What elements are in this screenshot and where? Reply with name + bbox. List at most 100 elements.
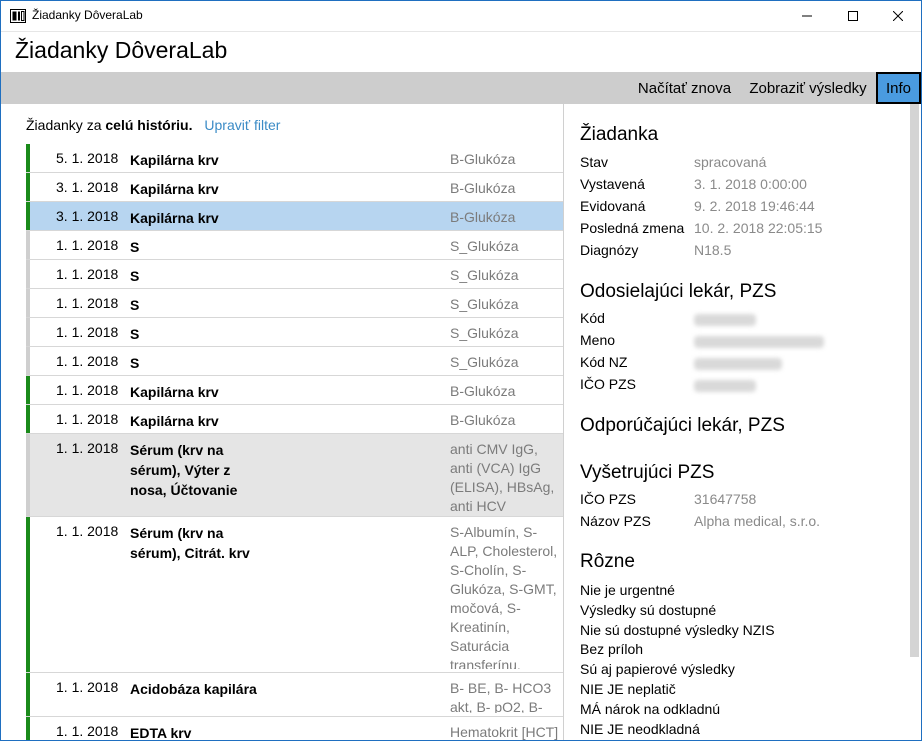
detail-row-diagnoses: Diagnózy N18.5: [580, 242, 731, 258]
status-bar: [26, 173, 30, 201]
request-tests: S_Glukóza: [450, 238, 519, 254]
issued-value: 3. 1. 2018 0:00:00: [694, 176, 807, 192]
redacted-value: [694, 336, 824, 348]
request-tests: B- BE, B- HCO3 akt, B- pO2, B-Vápnik: [450, 680, 552, 713]
request-material: Kapilárna krv: [130, 210, 219, 226]
sender-name-label: Meno: [580, 332, 616, 348]
detail-row-registered: Evidovaná 9. 2. 2018 19:46:44: [580, 198, 815, 214]
status-bar: [26, 318, 30, 346]
status-bar: [26, 673, 30, 716]
misc-item: Sú aj papierové výsledky: [580, 661, 735, 677]
request-date: 1. 1. 2018: [56, 324, 119, 340]
request-date: 5. 1. 2018: [56, 150, 119, 166]
filter-prefix: Žiadanky za: [26, 117, 102, 133]
status-bar: [26, 289, 30, 317]
request-date: 1. 1. 2018: [56, 411, 119, 427]
request-material: Sérum (krv na sérum), Citrát. krv: [130, 525, 250, 561]
minimize-icon: [802, 15, 812, 17]
request-row[interactable]: 3. 1. 2018 Kapilárna krv B-Glukóza: [26, 202, 563, 231]
title-bar[interactable]: Žiadanky DôveraLab: [1, 1, 921, 32]
status-value: spracovaná: [694, 154, 767, 170]
request-date: 1. 1. 2018: [56, 723, 119, 739]
detail-scrollbar[interactable]: [910, 104, 919, 657]
request-material: S: [130, 355, 140, 371]
status-bar: [26, 434, 30, 516]
request-material: Sérum (krv na sérum), Výter z nosa, Účto…: [130, 442, 238, 498]
request-tests: B-Glukóza: [450, 180, 516, 196]
request-list-area: Žiadanky za celú históriu. Upraviť filte…: [1, 104, 563, 740]
status-bar: [26, 347, 30, 375]
request-date: 1. 1. 2018: [56, 440, 119, 456]
request-row[interactable]: 1. 1. 2018 Kapilárna krv B-Glukóza: [26, 405, 563, 434]
sender-row-nz-code: Kód NZ: [580, 354, 782, 370]
status-bar: [26, 231, 30, 259]
request-material: Kapilárna krv: [130, 152, 219, 168]
request-row[interactable]: 1. 1. 2018 Sérum (krv na sérum), Citrát. …: [26, 517, 563, 673]
status-bar: [26, 202, 30, 230]
toolbar: Načítať znova Zobraziť výsledky Info: [1, 72, 921, 104]
misc-item: Nie je urgentné: [580, 582, 675, 598]
request-row[interactable]: 1. 1. 2018 S S_Glukóza: [26, 347, 563, 376]
sender-ico-label: IČO PZS: [580, 376, 637, 392]
request-material: Kapilárna krv: [130, 413, 219, 429]
filter-range: celú históriu.: [105, 117, 193, 133]
sender-row-ico: IČO PZS: [580, 376, 756, 392]
request-row[interactable]: 1. 1. 2018 S S_Glukóza: [26, 260, 563, 289]
request-tests: B-Glukóza: [450, 209, 516, 225]
registered-label: Evidovaná: [580, 198, 646, 214]
request-tests: S_Glukóza: [450, 325, 519, 341]
request-tests: B-Glukóza: [450, 383, 516, 399]
detail-panel: Žiadanka Stav spracovaná Vystavená 3. 1.…: [563, 104, 921, 740]
redacted-value: [694, 358, 782, 370]
show-results-button[interactable]: Zobraziť výsledky: [742, 72, 874, 104]
request-row[interactable]: 1. 1. 2018 S S_Glukóza: [26, 318, 563, 347]
request-material: S: [130, 326, 140, 342]
request-row[interactable]: 3. 1. 2018 Kapilárna krv B-Glukóza: [26, 173, 563, 202]
misc-item: NIE JE neodkladná: [580, 721, 700, 737]
request-date: 1. 1. 2018: [56, 353, 119, 369]
request-material: S: [130, 239, 140, 255]
request-row[interactable]: 1. 1. 2018 S S_Glukóza: [26, 289, 563, 318]
misc-item: MÁ nárok na odkladnú: [580, 701, 721, 717]
info-button[interactable]: Info: [876, 72, 921, 104]
redacted-value: [694, 314, 756, 326]
close-button[interactable]: [875, 1, 921, 31]
edit-filter-link[interactable]: Upraviť filter: [204, 117, 280, 133]
sender-row-name: Meno: [580, 332, 824, 348]
last-change-value: 10. 2. 2018 22:05:15: [694, 220, 823, 236]
request-row[interactable]: 1. 1. 2018 Acidobáza kapilára B- BE, B- HC…: [26, 673, 563, 717]
request-row[interactable]: 1. 1. 2018 Sérum (krv na sérum), Výter z …: [26, 434, 563, 517]
status-bar: [26, 517, 30, 672]
maximize-button[interactable]: [830, 1, 876, 31]
request-date: 3. 1. 2018: [56, 208, 119, 224]
misc-item: Výsledky sú dostupné: [580, 602, 717, 618]
request-row[interactable]: 1. 1. 2018 EDTA krv Hematokrit [HCT]: [26, 717, 563, 740]
request-row[interactable]: 1. 1. 2018 S S_Glukóza: [26, 231, 563, 260]
diagnoses-value: N18.5: [694, 242, 732, 258]
request-material: S: [130, 268, 140, 284]
page-title: Žiadanky DôveraLab: [15, 37, 228, 63]
registered-value: 9. 2. 2018 19:46:44: [694, 198, 815, 214]
minimize-button[interactable]: [784, 1, 830, 31]
close-icon: [893, 11, 903, 21]
reload-button[interactable]: Načítať znova: [629, 72, 740, 104]
examiner-ico-value: 31647758: [694, 491, 757, 507]
request-date: 3. 1. 2018: [56, 179, 119, 195]
diagnoses-label: Diagnózy: [580, 242, 639, 258]
filter-summary: Žiadanky za celú históriu. Upraviť filte…: [26, 117, 280, 133]
detail-row-last-change: Posledná zmena 10. 2. 2018 22:05:15: [580, 220, 822, 236]
app-window: Žiadanky DôveraLab Žiadanky DôveraLab Na…: [0, 0, 922, 741]
sender-row-code: Kód: [580, 310, 756, 326]
sender-heading: Odosielajúci lekár, PZS: [580, 281, 777, 302]
request-row[interactable]: 5. 1. 2018 Kapilárna krv B-Glukóza: [26, 144, 563, 173]
examiner-heading: Vyšetrujúci PZS: [580, 462, 715, 483]
status-label: Stav: [580, 154, 609, 170]
last-change-label: Posledná zmena: [580, 220, 685, 236]
request-date: 1. 1. 2018: [56, 382, 119, 398]
window-title: Žiadanky DôveraLab: [32, 8, 143, 22]
maximize-icon: [848, 11, 858, 21]
detail-row-status: Stav spracovaná: [580, 154, 766, 170]
request-row[interactable]: 1. 1. 2018 Kapilárna krv B-Glukóza: [26, 376, 563, 405]
misc-item: Nie sú dostupné výsledky NZIS: [580, 622, 775, 638]
request-material: Kapilárna krv: [130, 384, 219, 400]
